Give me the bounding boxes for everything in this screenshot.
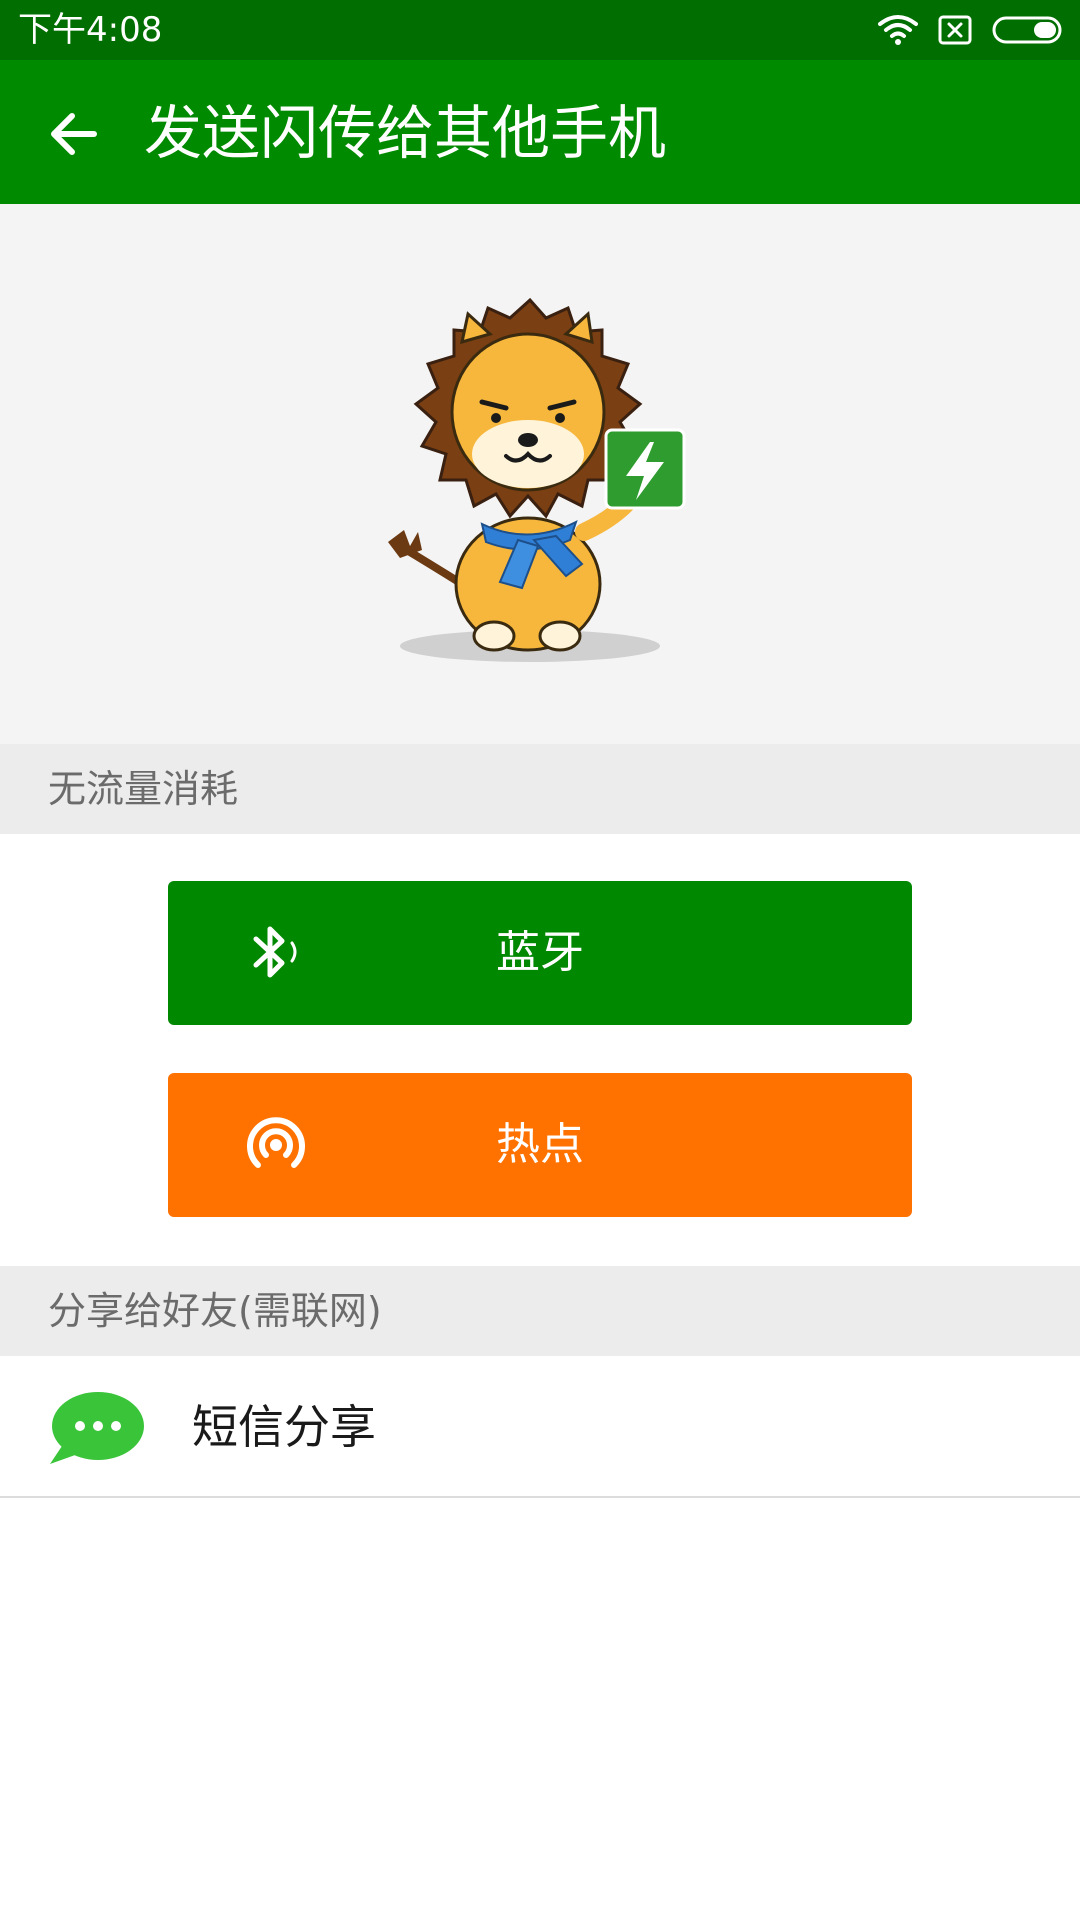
arrow-left-icon: [51, 113, 97, 155]
battery-icon: [992, 16, 1062, 44]
section-header-label: 无流量消耗: [48, 767, 239, 811]
sim-x-icon: [938, 15, 972, 45]
back-button[interactable]: [40, 102, 104, 166]
section-header-label: 分享给好友(需联网): [48, 1289, 382, 1333]
bluetooth-button-label: 蓝牙: [496, 927, 584, 978]
screen: 下午4:08 发送闪传给其他手机 无流量消耗 蓝牙 热点 分享给好友(需联网) …: [0, 0, 1080, 1920]
status-bar: 下午4:08: [0, 0, 1080, 60]
sms-chat-icon: [50, 1392, 144, 1464]
status-icons: [878, 12, 1064, 48]
section-header-offline: 无流量消耗: [0, 744, 1080, 834]
hotspot-button-label: 热点: [496, 1119, 584, 1170]
lion-mascot-illustration: [388, 297, 686, 662]
hero-banner: [0, 204, 1080, 744]
hotspot-button[interactable]: 热点: [168, 1073, 912, 1217]
list-item-label: 短信分享: [192, 1400, 376, 1454]
wifi-icon: [878, 15, 918, 45]
page-title: 发送闪传给其他手机: [144, 99, 667, 167]
list-item-sms-share[interactable]: 短信分享: [0, 1356, 1080, 1498]
app-bar: 发送闪传给其他手机: [0, 60, 1080, 204]
section-header-share: 分享给好友(需联网): [0, 1266, 1080, 1356]
bluetooth-button[interactable]: 蓝牙: [168, 881, 912, 1025]
status-time: 下午4:08: [18, 10, 163, 50]
